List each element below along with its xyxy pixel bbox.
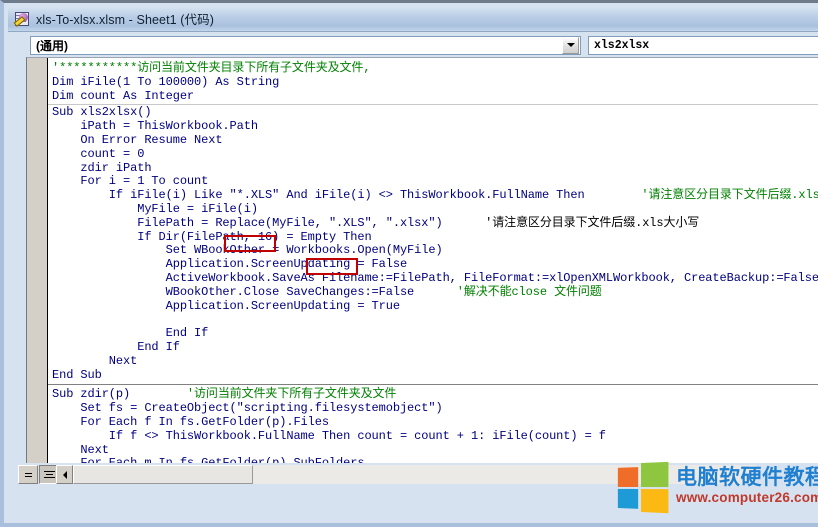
code-line: WBookOther.Close SaveChanges:=False '解决不… — [52, 284, 818, 300]
view-mode-buttons — [18, 465, 60, 484]
code-line: If f <> ThisWorkbook.FullName Then count… — [52, 428, 818, 444]
scrollbar-thumb[interactable] — [73, 465, 253, 484]
code-text: For i = 1 To count — [52, 174, 209, 189]
object-dropdown-value: (通用) — [36, 38, 68, 53]
code-line: MyFile = iFile(i) — [52, 201, 818, 217]
code-text: Application.ScreenUpdating = False — [52, 257, 408, 272]
code-line — [52, 313, 818, 327]
code-text: WBookOther.Close SaveChanges:=False — [52, 284, 415, 299]
code-line: Next — [52, 353, 818, 369]
site-watermark: 电脑软硬件教程网 www.computer26.com — [616, 453, 818, 519]
code-text: ActiveWorkbook.SaveAs Filename:=FilePath… — [52, 270, 818, 285]
chevron-left-icon[interactable] — [56, 465, 73, 484]
code-text: For Each m In fs.GetFolder(p).SubFolders — [52, 456, 364, 463]
code-line: ActiveWorkbook.SaveAs Filename:=FilePath… — [52, 270, 818, 286]
code-comment: '访问当前文件夹下所有子文件夹及文件 — [130, 387, 397, 402]
declarations-separator — [48, 104, 818, 106]
window-title: xls-To-xlsx.xlsm - Sheet1 (代码) — [36, 13, 215, 27]
code-text: Dim count As Integer — [52, 88, 195, 103]
code-line: zdir iPath — [52, 160, 818, 176]
code-line: End If — [52, 326, 818, 341]
object-dropdown[interactable]: (通用) — [30, 35, 581, 55]
code-line: If Dir(FilePath, 16) = Empty Then — [52, 229, 818, 245]
code-text: End If — [52, 326, 209, 341]
procedure-dropdown[interactable]: xls2xlsx — [588, 35, 818, 55]
excel-sheet-module-icon — [13, 11, 30, 27]
code-comment: '请注意区分目录下文件后缀.xls大小写 — [442, 215, 700, 230]
code-line: Application.ScreenUpdating = False — [52, 257, 818, 272]
code-line: Dim iFile(1 To 100000) As String — [52, 74, 818, 90]
code-line: Dim count As Integer — [52, 88, 818, 104]
code-line: Sub xls2xlsx() — [52, 105, 818, 120]
code-line: End Sub — [52, 367, 818, 383]
code-comment: '解决不能close 文件问题 — [414, 284, 602, 299]
code-text: zdir iPath — [52, 160, 152, 175]
vba-code-window: xls-To-xlsx.xlsm - Sheet1 (代码) (通用) xls2… — [0, 0, 818, 527]
procedure-separator — [48, 384, 818, 386]
code-text: End If — [52, 339, 180, 354]
chevron-down-icon[interactable] — [562, 36, 579, 54]
code-text: FilePath = Replace(MyFile, ".XLS", ".xls… — [52, 215, 443, 230]
code-line: '***********访问当前文件夹目录下所有子文件夹及文件, — [52, 61, 818, 76]
code-line: End If — [52, 339, 818, 355]
window-title-bar: xls-To-xlsx.xlsm - Sheet1 (代码) — [8, 6, 818, 32]
code-line: Sub zdir(p) '访问当前文件夹下所有子文件夹及文件 — [52, 387, 818, 402]
code-text: iPath = ThisWorkbook.Path — [52, 119, 258, 134]
procedure-dropdown-value: xls2xlsx — [594, 38, 650, 52]
code-sub-zdir: Sub zdir(p) '访问当前文件夹下所有子文件夹及文件 Set fs = … — [48, 387, 818, 463]
code-line: FilePath = Replace(MyFile, ".XLS", ".xls… — [52, 215, 818, 231]
code-line: If iFile(i) Like "*.XLS" And iFile(i) <>… — [52, 188, 818, 203]
code-editor-pane[interactable]: '***********访问当前文件夹目录下所有子文件夹及文件, Dim iFil… — [26, 57, 818, 463]
code-text: Sub zdir(p) — [52, 387, 131, 402]
code-text: Set WBookOther = Workbooks.Open(MyFile) — [52, 243, 443, 258]
code-line: count = 0 — [52, 146, 818, 162]
windows-logo — [617, 461, 669, 514]
code-text-area[interactable]: '***********访问当前文件夹目录下所有子文件夹及文件, Dim iFil… — [48, 58, 818, 463]
watermark-site-url: www.computer26.com — [676, 489, 818, 505]
code-text: Dim iFile(1 To 100000) As String — [52, 74, 280, 89]
code-text: Sub xls2xlsx() — [52, 105, 152, 120]
code-text: If iFile(i) Like "*.XLS" And iFile(i) <>… — [52, 188, 585, 203]
code-text: Application.ScreenUpdating = True — [52, 298, 400, 313]
code-text: On Error Resume Next — [52, 132, 223, 147]
code-declarations: '***********访问当前文件夹目录下所有子文件夹及文件, Dim iFil… — [48, 58, 818, 103]
procedure-view-icon[interactable] — [18, 465, 38, 484]
code-text: For Each f In fs.GetFolder(p).Files — [52, 414, 329, 429]
code-line: On Error Resume Next — [52, 132, 818, 148]
code-text: count = 0 — [52, 146, 145, 161]
code-comment: '***********访问当前文件夹目录下所有子文件夹及文件, — [52, 61, 371, 75]
code-text: MyFile = iFile(i) — [52, 201, 258, 216]
code-line: For Each f In fs.GetFolder(p).Files — [52, 414, 818, 430]
watermark-text: 电脑软硬件教程网 www.computer26.com — [676, 465, 818, 505]
code-text: If Dir(FilePath, 16) = Empty Then — [52, 229, 372, 244]
code-comment: '请注意区分目录下文件后缀.xls大小写 — [641, 188, 818, 203]
code-text: End Sub — [52, 367, 102, 382]
code-text: Set fs = CreateObject("scripting.filesys… — [52, 401, 443, 416]
code-pane-toolbar: (通用) xls2xlsx — [8, 33, 818, 57]
code-line: Set WBookOther = Workbooks.Open(MyFile) — [52, 243, 818, 258]
code-text: Next — [52, 442, 109, 457]
watermark-site-name: 电脑软硬件教程网 — [676, 465, 818, 489]
margin-indicator-bar[interactable] — [27, 58, 48, 463]
code-sub-xls2xlsx: Sub xls2xlsx() iPath = ThisWorkbook.Path… — [48, 105, 818, 383]
code-line: iPath = ThisWorkbook.Path — [52, 119, 818, 134]
code-line: Set fs = CreateObject("scripting.filesys… — [52, 401, 818, 416]
code-text: If f <> ThisWorkbook.FullName Then count… — [52, 428, 606, 443]
code-text: Next — [52, 353, 138, 368]
code-line: Application.ScreenUpdating = True — [52, 298, 818, 314]
